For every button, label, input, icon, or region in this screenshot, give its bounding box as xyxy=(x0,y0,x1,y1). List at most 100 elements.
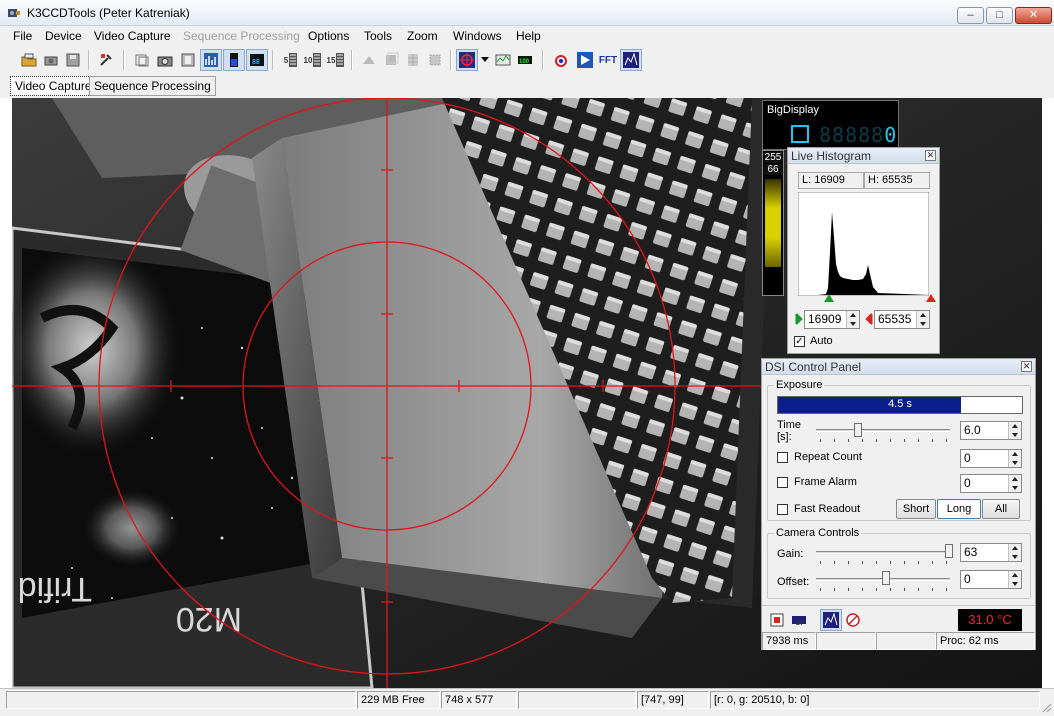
record-stop-icon xyxy=(770,613,784,627)
menu-sequence-processing[interactable]: Sequence Processing xyxy=(183,29,300,43)
film-strip-icon xyxy=(313,53,322,67)
histogram-low-marker-icon[interactable] xyxy=(824,294,834,302)
time-input[interactable]: 6.0 xyxy=(960,421,1022,440)
menu-tools[interactable]: Tools xyxy=(364,29,392,43)
wave-button[interactable] xyxy=(492,49,514,71)
minimize-button[interactable]: – xyxy=(957,7,984,24)
tab-strip: Video Capture Sequence Processing xyxy=(0,74,1054,98)
level-meter: 255 66 xyxy=(762,150,784,296)
repeat-count-spinner[interactable] xyxy=(1008,450,1021,467)
histogram-high-marker-icon[interactable] xyxy=(926,294,936,302)
auto-checkbox[interactable]: ✓ xyxy=(794,336,805,347)
play-icon xyxy=(577,52,593,68)
offset-slider-thumb[interactable] xyxy=(882,571,890,585)
counter-button[interactable]: 100 xyxy=(514,49,536,71)
menu-file[interactable]: File xyxy=(13,29,32,43)
crosshair-dropdown[interactable] xyxy=(479,49,491,71)
histogram-close-button[interactable]: ✕ xyxy=(925,150,936,161)
offset-input[interactable]: 0 xyxy=(960,570,1022,589)
histogram-toggle-button[interactable] xyxy=(200,49,222,71)
settings-button[interactable] xyxy=(95,49,117,71)
resize-grip-icon[interactable] xyxy=(1040,701,1052,713)
crosshair-button[interactable] xyxy=(456,49,478,71)
poster-m20-text: M20 xyxy=(176,600,242,638)
level-toggle-button[interactable] xyxy=(223,49,245,71)
time-slider-thumb[interactable] xyxy=(854,423,862,437)
stack-button[interactable] xyxy=(380,49,402,71)
low-spinner[interactable] xyxy=(846,311,859,328)
tab-sequence-processing[interactable]: Sequence Processing xyxy=(89,76,216,96)
big-display-icon: 88 xyxy=(250,54,264,66)
exposure-progress-text: 4.5 s xyxy=(888,398,912,410)
dsi-close-button[interactable]: ✕ xyxy=(1021,361,1032,372)
histogram-graph[interactable] xyxy=(798,192,929,296)
disconnect-button[interactable] xyxy=(842,609,864,631)
frame-alarm-input[interactable]: 0 xyxy=(960,474,1022,493)
record-button[interactable] xyxy=(177,49,199,71)
menu-options[interactable]: Options xyxy=(308,29,349,43)
histogram-high-input[interactable]: 65535 xyxy=(874,310,930,329)
time-slider-track[interactable] xyxy=(816,429,950,432)
film-strip-icon xyxy=(289,53,298,67)
menu-video-capture[interactable]: Video Capture xyxy=(94,29,171,43)
all-button[interactable]: All xyxy=(982,499,1020,519)
fft-button[interactable]: FFT xyxy=(597,49,619,71)
frame-alarm-spinner[interactable] xyxy=(1008,475,1021,492)
menu-windows[interactable]: Windows xyxy=(453,29,502,43)
frame-button[interactable] xyxy=(131,49,153,71)
snapshot-button[interactable] xyxy=(154,49,176,71)
menu-zoom[interactable]: Zoom xyxy=(407,29,438,43)
mosaic-button[interactable] xyxy=(424,49,446,71)
offset-spinner[interactable] xyxy=(1008,571,1021,588)
dropdown-arrow-icon xyxy=(481,57,489,62)
gain-slider-track[interactable] xyxy=(816,551,950,554)
floppy-disk-icon xyxy=(66,53,80,67)
histogram-low-input[interactable]: 16909 xyxy=(804,310,860,329)
mosaic-icon xyxy=(429,54,441,66)
step-15-button[interactable]: 15 xyxy=(325,49,347,71)
big-display-panel[interactable]: BigDisplay 888880 xyxy=(762,100,899,150)
save-button[interactable] xyxy=(62,49,84,71)
status-blank xyxy=(518,691,636,709)
frame-icon xyxy=(135,54,149,67)
short-button[interactable]: Short xyxy=(896,499,936,519)
align-button[interactable] xyxy=(358,49,380,71)
dark-frame-button[interactable]: DF xyxy=(788,609,810,631)
menu-device[interactable]: Device xyxy=(45,29,82,43)
record-stop-button[interactable] xyxy=(766,609,788,631)
status-message xyxy=(6,691,356,709)
open-button[interactable] xyxy=(18,49,40,71)
repeat-count-input[interactable]: 0 xyxy=(960,449,1022,468)
gain-input[interactable]: 63 xyxy=(960,543,1022,562)
dsi-status-blank-2 xyxy=(876,632,936,650)
gain-slider-thumb[interactable] xyxy=(945,544,953,558)
tab-video-capture[interactable]: Video Capture xyxy=(10,76,97,96)
bigdisplay-toggle-button[interactable]: 88 xyxy=(246,49,268,71)
graph-button[interactable] xyxy=(620,49,642,71)
maximize-button[interactable]: □ xyxy=(986,7,1013,24)
high-arrow-icon xyxy=(865,313,873,325)
capture-button[interactable] xyxy=(40,49,62,71)
high-spinner[interactable] xyxy=(916,311,929,328)
big-display-title: BigDisplay xyxy=(767,104,819,116)
menu-help[interactable]: Help xyxy=(516,29,541,43)
calibration-button[interactable] xyxy=(550,49,572,71)
grid-button[interactable] xyxy=(402,49,424,71)
long-button[interactable]: Long xyxy=(937,499,981,519)
step-10-button[interactable]: 10 xyxy=(302,49,324,71)
fast-readout-checkbox[interactable] xyxy=(777,504,788,515)
gain-spinner[interactable] xyxy=(1008,544,1021,561)
play-button[interactable] xyxy=(574,49,596,71)
offset-label: Offset: xyxy=(777,576,810,588)
step-5-button[interactable]: 5 xyxy=(280,49,302,71)
align-icon xyxy=(363,56,375,64)
toolbar: 88 5 10 15 100 FFT xyxy=(0,46,1054,74)
processing-time: Proc: 62 ms xyxy=(936,632,1035,650)
dsi-graph-button[interactable] xyxy=(820,609,842,631)
repeat-count-checkbox[interactable] xyxy=(777,452,788,463)
close-button[interactable]: ✕ xyxy=(1015,7,1052,24)
frame-alarm-checkbox[interactable] xyxy=(777,477,788,488)
histogram-low-label: L: 16909 xyxy=(798,172,864,189)
time-spinner[interactable] xyxy=(1008,422,1021,439)
status-free-memory: 229 MB Free xyxy=(357,691,440,709)
